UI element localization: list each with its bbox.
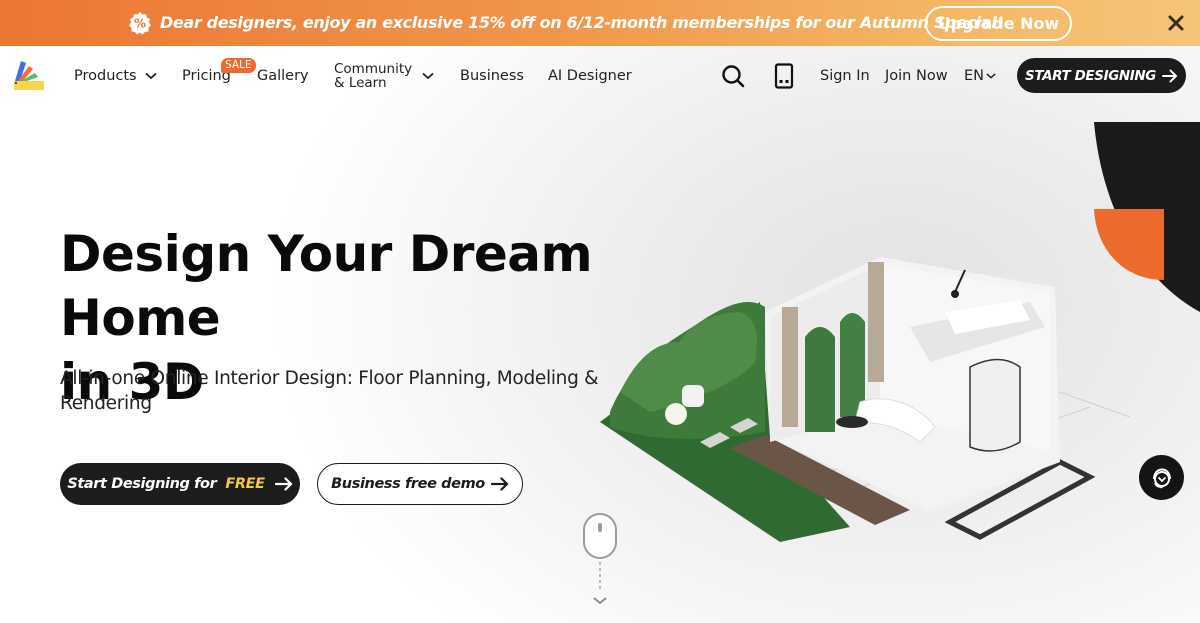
promo-message: Dear designers, enjoy an exclusive 15% o… [160, 13, 1004, 32]
sign-in-label: Sign In [820, 68, 870, 84]
cta-primary-text: Start Designing for [67, 476, 217, 492]
join-now-link[interactable]: Join Now [885, 68, 948, 84]
sign-in-link[interactable]: Sign In [820, 68, 870, 84]
customer-support-button[interactable] [1139, 455, 1184, 500]
close-icon[interactable] [1166, 13, 1186, 33]
nav-products-label: Products [74, 68, 137, 84]
nav-ai-designer[interactable]: AI Designer [548, 68, 632, 84]
cta-secondary-text: Business free demo [331, 476, 485, 492]
nav-business[interactable]: Business [460, 68, 524, 84]
headset-support-icon [1152, 467, 1171, 488]
hero-title-line1: Design Your Dream Home [60, 225, 593, 347]
nav-ai-designer-label: AI Designer [548, 68, 632, 84]
nav-business-label: Business [460, 68, 524, 84]
nav-products[interactable]: Products [74, 68, 157, 84]
chevron-down-icon [422, 72, 434, 80]
chevron-down-icon [986, 73, 996, 79]
mouse-scroll-icon[interactable] [582, 512, 618, 612]
arrow-right-icon [1161, 69, 1178, 82]
nav-community-label-2: & Learn [334, 75, 387, 91]
join-now-label: Join Now [885, 68, 948, 84]
nav-gallery-label: Gallery [257, 68, 309, 84]
svg-text:%: % [134, 17, 146, 31]
arrow-right-icon [490, 477, 509, 491]
chevron-down-icon [145, 72, 157, 80]
language-selector[interactable]: EN [964, 68, 996, 84]
arrow-right-icon [274, 477, 293, 491]
nav-gallery[interactable]: Gallery [257, 68, 309, 84]
hero-subtitle: All-in-one Online Interior Design: Floor… [60, 368, 599, 414]
business-free-demo-button[interactable]: Business free demo [317, 463, 523, 505]
start-designing-label: START DESIGNING [1025, 67, 1156, 84]
percent-badge-icon: % [129, 12, 151, 35]
cta-free-highlight: FREE [225, 476, 265, 492]
start-designing-button[interactable]: START DESIGNING [1017, 58, 1186, 93]
sale-badge: SALE [221, 58, 256, 73]
main-navigation: Products Pricing SALE Gallery Community … [0, 46, 1200, 108]
color-swatch-fan-logo[interactable] [12, 58, 46, 92]
language-label: EN [964, 68, 985, 84]
upgrade-now-button[interactable]: Upgrade Now [925, 6, 1072, 41]
search-icon[interactable] [721, 64, 745, 88]
start-designing-free-button[interactable]: Start Designing for FREE [60, 463, 300, 505]
tablet-icon[interactable] [774, 63, 794, 89]
promo-banner: % Dear designers, enjoy an exclusive 15%… [0, 0, 1200, 46]
nav-community-learn[interactable]: Community & Learn [334, 62, 434, 90]
nav-community-label-1: Community [334, 61, 413, 77]
